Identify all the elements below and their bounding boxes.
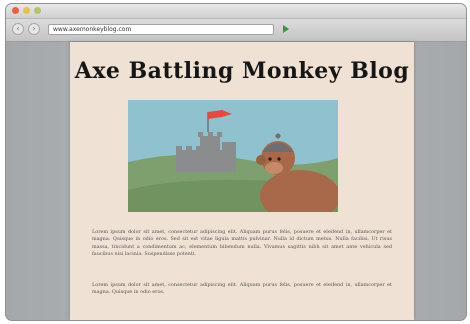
chevron-right-icon: › xyxy=(32,24,36,33)
browser-window: ‹ › www.axemonkeyblog.com Axe Battling M… xyxy=(6,4,466,320)
browser-toolbar: ‹ › www.axemonkeyblog.com xyxy=(6,19,466,42)
zoom-window-button[interactable] xyxy=(34,7,41,14)
hero-image xyxy=(128,100,338,212)
close-window-button[interactable] xyxy=(12,7,19,14)
back-button[interactable]: ‹ xyxy=(12,23,24,35)
blog-title: Axe Battling Monkey Blog xyxy=(74,58,410,84)
paragraph-1: Lorem ipsum dolor sit amet, consectetur … xyxy=(92,229,392,258)
page-viewport[interactable]: Axe Battling Monkey Blog Lorem ipsum dol… xyxy=(6,42,466,320)
forward-button[interactable]: › xyxy=(28,23,40,35)
minimize-window-button[interactable] xyxy=(23,7,30,14)
address-bar[interactable]: www.axemonkeyblog.com xyxy=(48,24,274,35)
blog-page: Axe Battling Monkey Blog Lorem ipsum dol… xyxy=(70,42,414,320)
paragraph-2: Lorem ipsum dolor sit amet, consectetur … xyxy=(92,282,392,296)
castle-monkey-illustration xyxy=(128,100,338,212)
title-bar xyxy=(6,4,466,19)
chevron-left-icon: ‹ xyxy=(16,24,20,33)
go-arrow-icon[interactable] xyxy=(283,25,289,33)
